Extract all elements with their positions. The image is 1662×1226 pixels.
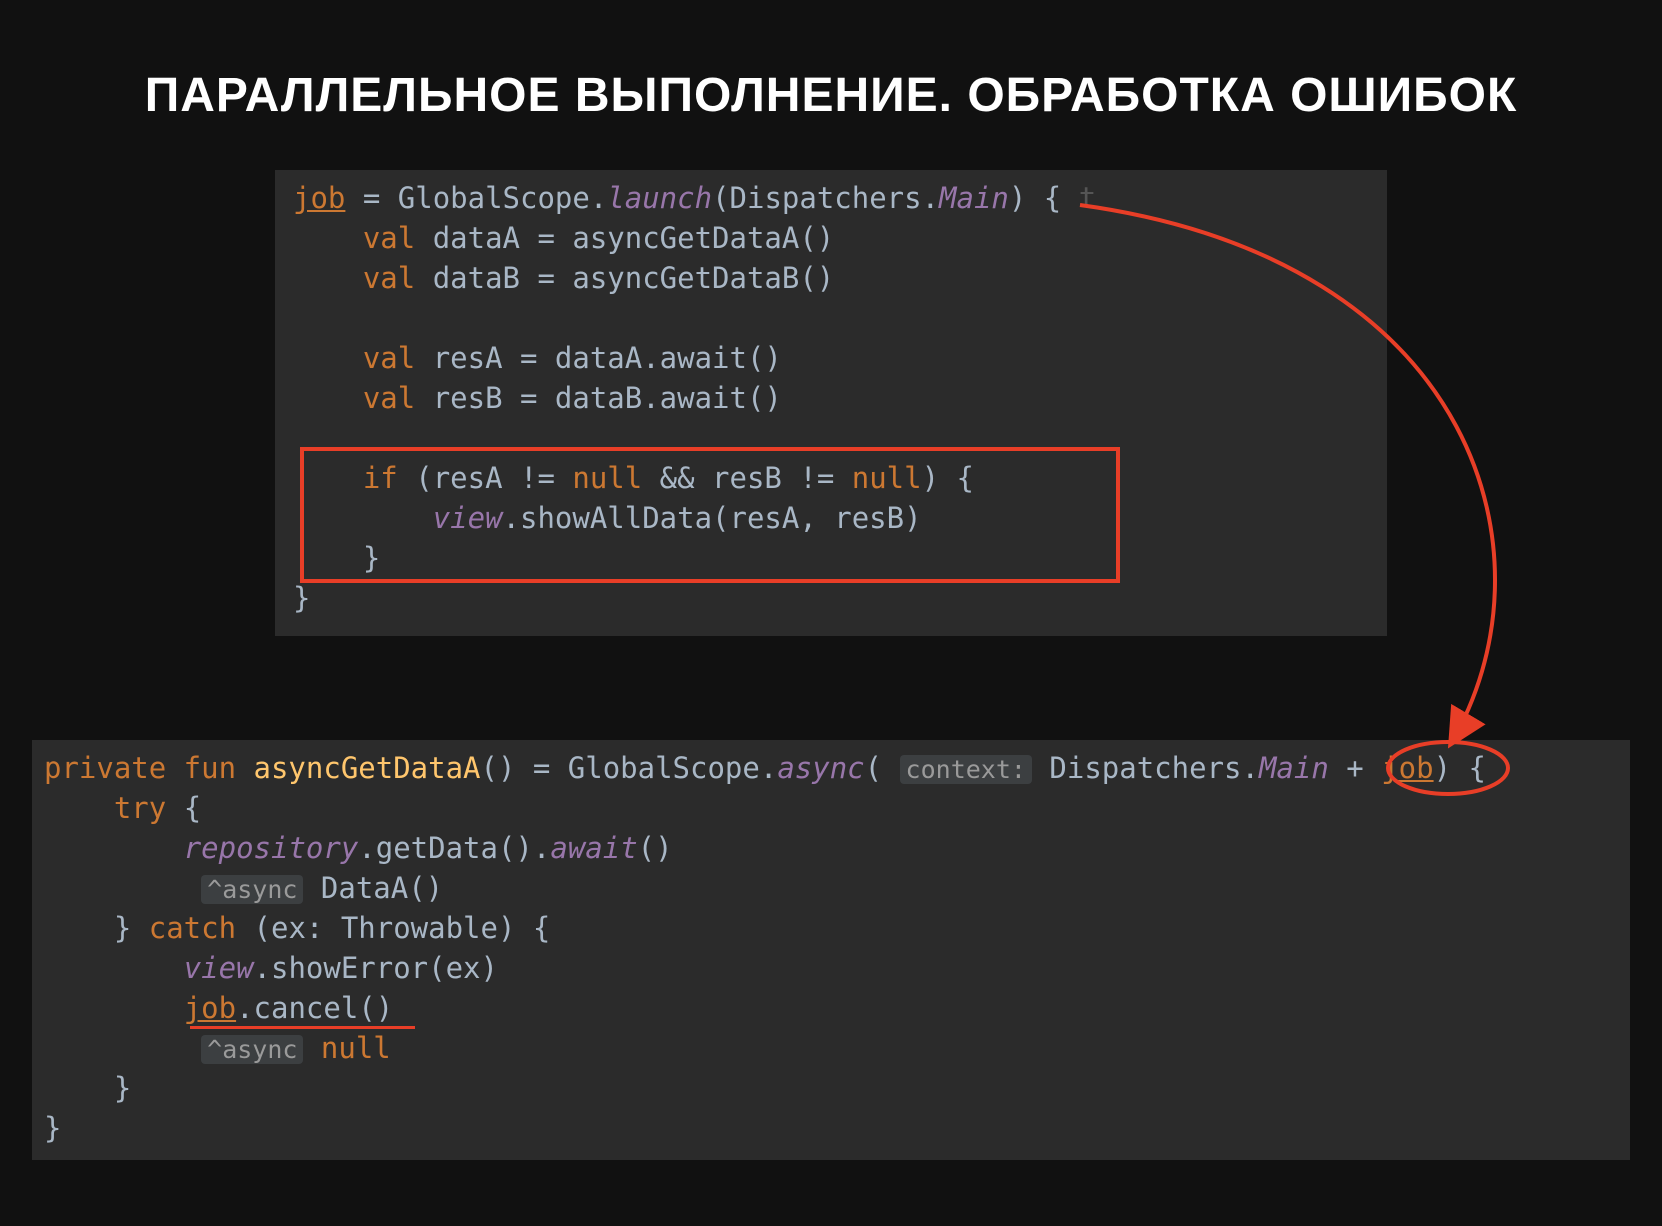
code-line: val dataA = asyncGetDataA() xyxy=(293,218,1387,258)
code-line: job = GlobalScope.launch(Dispatchers.Mai… xyxy=(293,178,1387,218)
code-line: } xyxy=(293,538,1387,578)
code-line: job.cancel() xyxy=(44,988,1630,1028)
code-line xyxy=(293,418,1387,458)
code-line: val resB = dataB.await() xyxy=(293,378,1387,418)
code-line: view.showAllData(resA, resB) xyxy=(293,498,1387,538)
code-line: val resA = dataA.await() xyxy=(293,338,1387,378)
return-hint: ^async xyxy=(201,1035,303,1064)
return-hint: ^async xyxy=(201,875,303,904)
code-line: val dataB = asyncGetDataB() xyxy=(293,258,1387,298)
code-line: if (resA != null && resB != null) { xyxy=(293,458,1387,498)
code-line: private fun asyncGetDataA() = GlobalScop… xyxy=(44,748,1630,788)
code-line xyxy=(293,298,1387,338)
code-line: ^async null xyxy=(44,1028,1630,1068)
code-block-top: job = GlobalScope.launch(Dispatchers.Mai… xyxy=(275,170,1387,636)
code-line: } xyxy=(293,578,1387,618)
code-line: } xyxy=(44,1108,1630,1148)
code-line: try { xyxy=(44,788,1630,828)
code-line: view.showError(ex) xyxy=(44,948,1630,988)
code-line: } catch (ex: Throwable) { xyxy=(44,908,1630,948)
code-line: repository.getData().await() xyxy=(44,828,1630,868)
code-line: } xyxy=(44,1068,1630,1108)
param-hint: context: xyxy=(900,755,1032,784)
slide-title: ПАРАЛЛЕЛЬНОЕ ВЫПОЛНЕНИЕ. ОБРАБОТКА ОШИБО… xyxy=(0,0,1662,163)
code-block-bottom: private fun asyncGetDataA() = GlobalScop… xyxy=(32,740,1630,1160)
code-line: ^async DataA() xyxy=(44,868,1630,908)
